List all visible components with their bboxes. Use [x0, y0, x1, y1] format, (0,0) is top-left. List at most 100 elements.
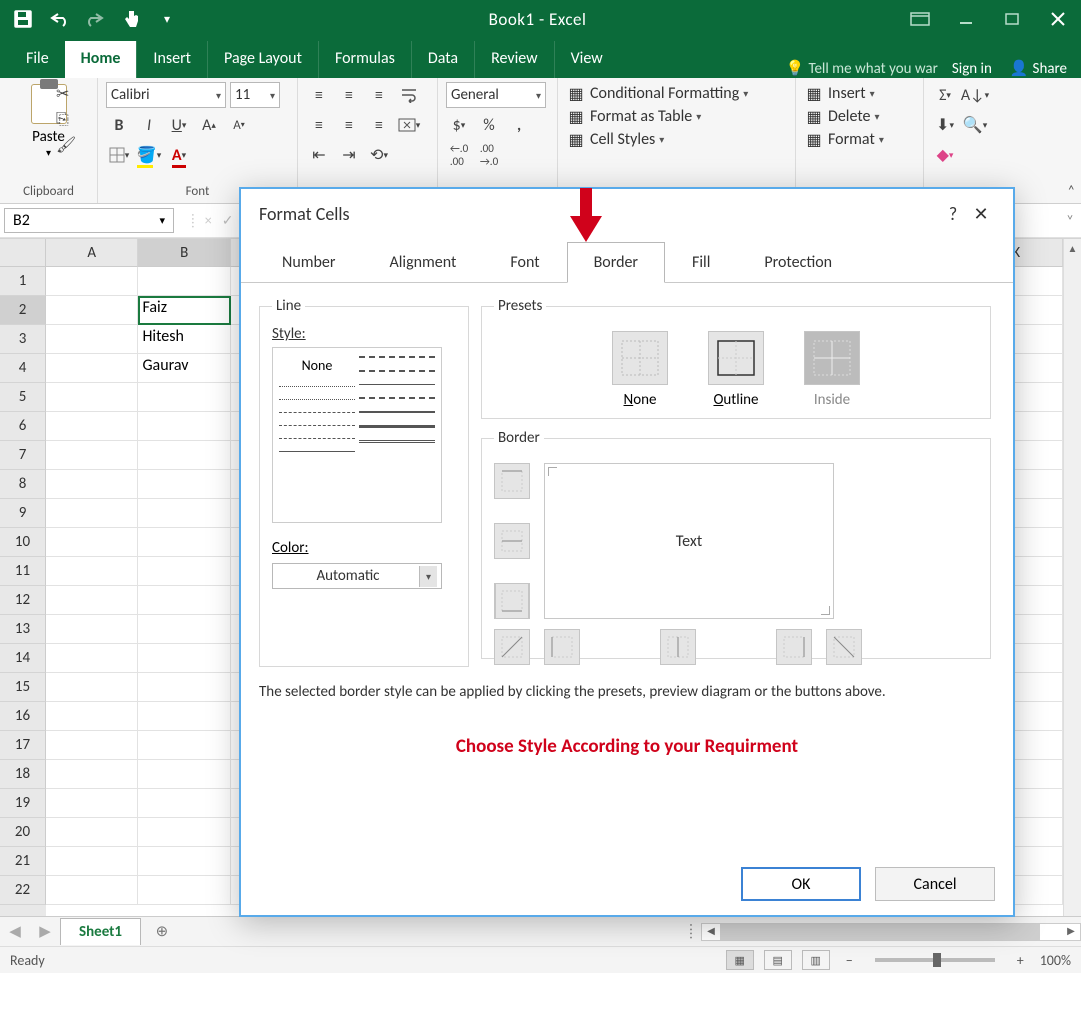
normal-view-icon[interactable]: ▦ [726, 950, 754, 970]
cell-styles-button[interactable]: ▦Cell Styles▾ [566, 128, 787, 151]
border-h-middle-button[interactable] [494, 523, 530, 559]
insert-cells-button[interactable]: ▦Insert▾ [804, 82, 915, 105]
font-name-combo[interactable]: Calibri▾ [106, 82, 226, 108]
copy-icon[interactable]: ⎘ [56, 110, 76, 129]
align-bottom-icon[interactable]: ≡ [366, 82, 392, 108]
line-style-picker[interactable]: None [272, 347, 442, 523]
row-header[interactable]: 19 [0, 789, 46, 818]
row-header[interactable]: 16 [0, 702, 46, 731]
cell[interactable] [46, 702, 138, 731]
dlg-tab-font[interactable]: Font [483, 242, 566, 283]
row-header[interactable]: 20 [0, 818, 46, 847]
cell[interactable] [46, 441, 138, 470]
cell[interactable] [138, 847, 230, 876]
tab-view[interactable]: View [554, 41, 619, 78]
cell[interactable] [138, 412, 230, 441]
dlg-tab-border[interactable]: Border [567, 242, 665, 283]
cell[interactable] [46, 818, 138, 847]
page-layout-view-icon[interactable]: ▤ [764, 950, 792, 970]
line-color-combo[interactable]: Automatic▾ [272, 563, 442, 589]
dlg-tab-alignment[interactable]: Alignment [362, 242, 483, 283]
help-icon[interactable]: ? [939, 203, 967, 225]
touch-mode-icon[interactable] [120, 8, 142, 30]
page-break-view-icon[interactable]: ▥ [802, 950, 830, 970]
border-diag-up-button[interactable] [494, 629, 530, 665]
tell-me[interactable]: 💡Tell me what you war [786, 59, 938, 78]
cell[interactable] [138, 644, 230, 673]
border-top-button[interactable] [494, 463, 530, 499]
name-box[interactable]: B2▾ [4, 208, 174, 233]
cell[interactable]: Hitesh [138, 325, 230, 354]
decrease-decimal-icon[interactable]: .00→.0 [476, 142, 502, 168]
ribbon-display-icon[interactable] [897, 0, 943, 38]
cell[interactable] [138, 499, 230, 528]
increase-indent-icon[interactable]: ⇥ [336, 142, 362, 168]
expand-fbar-icon[interactable]: ˅ [1059, 204, 1081, 237]
border-bottom-button[interactable] [495, 583, 529, 619]
signin-button[interactable]: Sign in [944, 60, 1000, 78]
cell[interactable] [138, 586, 230, 615]
conditional-formatting-button[interactable]: ▦Conditional Formatting▾ [566, 82, 787, 105]
undo-icon[interactable] [48, 8, 70, 30]
accounting-button[interactable]: $▾ [446, 112, 472, 138]
row-header[interactable]: 8 [0, 470, 46, 499]
enter-fx-icon[interactable]: × [205, 212, 212, 229]
delete-cells-button[interactable]: ▦Delete▾ [804, 105, 915, 128]
row-header[interactable]: 22 [0, 876, 46, 905]
clear-button[interactable]: ◆▾ [932, 142, 958, 168]
cell[interactable]: Gaurav [138, 354, 230, 383]
dlg-tab-fill[interactable]: Fill [665, 242, 737, 283]
cell[interactable] [138, 818, 230, 847]
row-header[interactable]: 5 [0, 383, 46, 412]
cancel-button[interactable]: Cancel [875, 867, 995, 901]
cell[interactable] [46, 876, 138, 905]
dialog-close-icon[interactable]: ✕ [967, 203, 995, 225]
increase-decimal-icon[interactable]: ←.0.00 [446, 142, 472, 168]
scroll-up-icon[interactable]: ▲ [1064, 239, 1081, 257]
row-header[interactable]: 15 [0, 673, 46, 702]
tab-insert[interactable]: Insert [136, 41, 207, 78]
next-sheet-icon[interactable]: ▶ [30, 922, 60, 941]
cell[interactable] [138, 876, 230, 905]
cell[interactable] [138, 615, 230, 644]
cell[interactable] [138, 673, 230, 702]
cell[interactable] [138, 702, 230, 731]
zoom-level[interactable]: 100% [1040, 952, 1071, 969]
cell[interactable] [46, 296, 138, 325]
scroll-right-icon[interactable]: ▶ [1062, 924, 1080, 940]
collapse-ribbon-icon[interactable]: ˄ [1067, 182, 1075, 199]
cell[interactable] [46, 644, 138, 673]
border-left-button[interactable] [544, 629, 580, 665]
cell[interactable] [46, 760, 138, 789]
cell[interactable] [46, 731, 138, 760]
cancel-fx-icon[interactable]: ⁞ [191, 212, 195, 229]
sheet-tab[interactable]: Sheet1 [60, 918, 141, 945]
format-cells-button[interactable]: ▦Format▾ [804, 128, 915, 151]
cell[interactable] [138, 528, 230, 557]
tab-home[interactable]: Home [65, 41, 137, 78]
tab-data[interactable]: Data [411, 41, 474, 78]
minimize-icon[interactable] [943, 0, 989, 38]
row-header[interactable]: 1 [0, 267, 46, 296]
select-all-corner[interactable] [0, 239, 46, 267]
fill-button[interactable]: ⬇▾ [932, 112, 958, 138]
decrease-indent-icon[interactable]: ⇤ [306, 142, 332, 168]
format-painter-icon[interactable]: 🖌 [56, 135, 76, 155]
row-header[interactable]: 10 [0, 528, 46, 557]
close-icon[interactable] [1035, 0, 1081, 38]
sort-filter-button[interactable]: A↓▾ [962, 82, 988, 108]
row-header[interactable]: 12 [0, 586, 46, 615]
border-diag-down-button[interactable] [826, 629, 862, 665]
row-header[interactable]: 21 [0, 847, 46, 876]
cell[interactable] [46, 586, 138, 615]
cell[interactable] [138, 441, 230, 470]
cell[interactable] [46, 528, 138, 557]
row-header[interactable]: 6 [0, 412, 46, 441]
border-preview[interactable]: Text [544, 463, 834, 619]
font-color-button[interactable]: A▾ [166, 142, 192, 168]
tab-page-layout[interactable]: Page Layout [207, 41, 318, 78]
align-center-icon[interactable]: ≡ [336, 112, 362, 138]
add-sheet-button[interactable]: ⊕ [147, 919, 177, 945]
row-header[interactable]: 9 [0, 499, 46, 528]
row-header[interactable]: 17 [0, 731, 46, 760]
